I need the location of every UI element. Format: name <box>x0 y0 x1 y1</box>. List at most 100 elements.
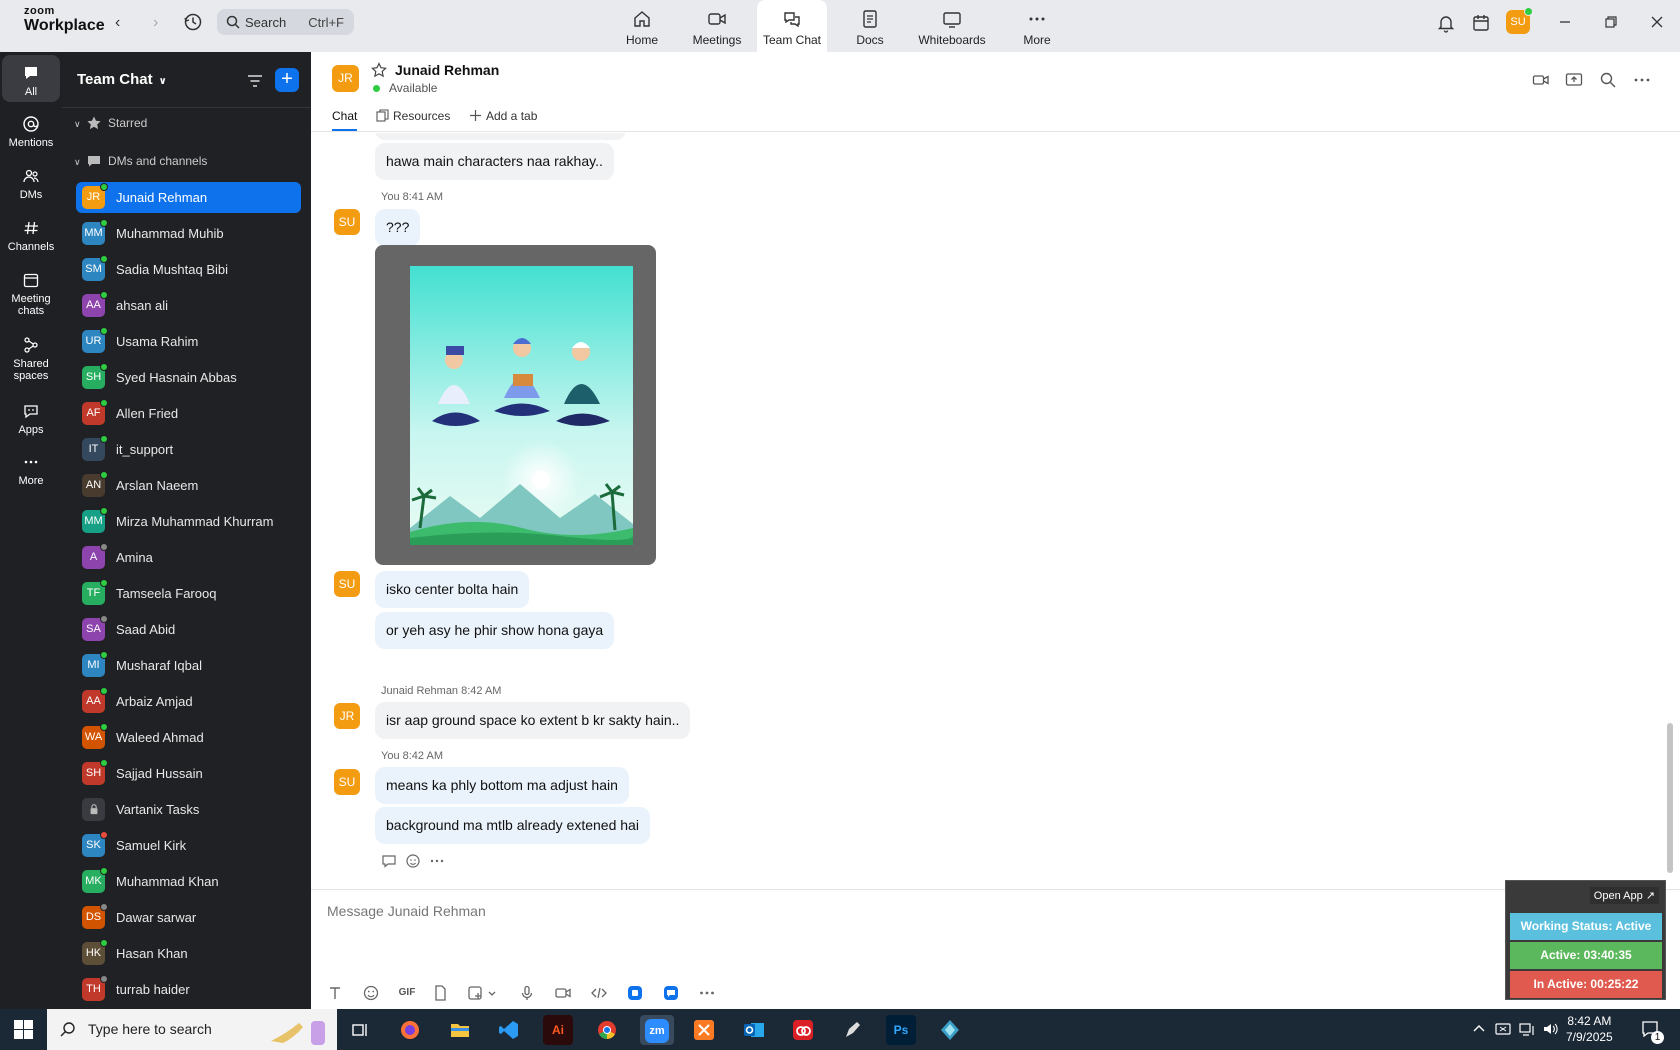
message-bubble[interactable]: means ka phly bottom ma adjust hain <box>375 767 629 804</box>
back-arrow-icon[interactable]: ‹ <box>115 14 120 32</box>
tab-home[interactable]: Home <box>612 0 672 52</box>
contact-item[interactable]: MI Musharaf Iqbal <box>76 650 301 686</box>
volume-icon[interactable] <box>1542 1021 1558 1037</box>
more-horizontal-icon[interactable] <box>698 984 716 1002</box>
rail-item-more[interactable]: More <box>2 453 60 487</box>
message-bubble[interactable]: isr aap ground space ko extent b kr sakt… <box>375 702 691 739</box>
contact-item[interactable]: MM Mirza Muhammad Khurram <box>76 506 301 542</box>
text-format-icon[interactable] <box>326 984 344 1002</box>
message-input[interactable] <box>327 898 1377 924</box>
taskbar-app-illustrator[interactable]: Ai <box>543 1015 573 1045</box>
taskbar-app-task-view[interactable] <box>345 1015 375 1045</box>
forward-arrow-icon[interactable]: › <box>153 14 158 32</box>
gif-button[interactable]: GIF <box>395 984 419 1002</box>
taskbar-app-vscode[interactable] <box>494 1015 524 1045</box>
contact-item[interactable]: JR Junaid Rehman <box>76 182 301 213</box>
contact-item[interactable]: AA ahsan ali <box>76 290 301 326</box>
star-outline-icon[interactable] <box>371 62 387 78</box>
contact-item[interactable]: A Amina <box>76 542 301 578</box>
tab-chat[interactable]: Chat <box>332 109 358 131</box>
message-bubble[interactable]: isko center bolta hain <box>375 571 530 608</box>
contact-item[interactable]: TF Tamseela Farooq <box>76 578 301 614</box>
restore-icon[interactable] <box>1601 12 1621 32</box>
contact-item[interactable]: AN Arslan Naeem <box>76 470 301 506</box>
section-starred[interactable]: ∨ Starred <box>74 113 147 133</box>
taskbar-app-xampp[interactable] <box>689 1015 719 1045</box>
user-avatar[interactable]: SU <box>1506 7 1533 34</box>
taskbar-app-photoshop[interactable]: Ps <box>886 1015 916 1045</box>
rail-item-apps[interactable]: Apps <box>2 402 60 436</box>
contact-item[interactable]: UR Usama Rahim <box>76 326 301 362</box>
message-avatar[interactable]: JR <box>334 703 360 729</box>
image-attachment[interactable] <box>375 245 656 565</box>
rail-item-mentions[interactable]: Mentions <box>2 115 60 149</box>
contact-item[interactable]: MK Muhammad Khan <box>76 866 301 902</box>
contact-item[interactable]: TH turrab haider <box>76 974 301 1010</box>
message-bubble[interactable]: background ma mtlb already extened hai <box>375 807 650 844</box>
tab-more[interactable]: More <box>1007 0 1067 52</box>
emoji-icon[interactable] <box>405 853 421 869</box>
tab-team-chat[interactable]: Team Chat <box>757 0 827 52</box>
taskbar-app-diamond[interactable] <box>935 1015 965 1045</box>
contact-item[interactable]: AF Allen Fried <box>76 398 301 434</box>
contact-avatar[interactable]: JR <box>332 65 359 92</box>
scrollbar-thumb[interactable] <box>1667 723 1673 873</box>
tab-add[interactable]: Add a tab <box>469 109 537 131</box>
minimize-icon[interactable] <box>1555 12 1575 32</box>
contact-item[interactable]: IT it_support <box>76 434 301 470</box>
open-app-button[interactable]: Open App ↗ <box>1589 887 1659 904</box>
contact-item[interactable]: DS Dawar sarwar <box>76 902 301 938</box>
emoji-icon[interactable] <box>362 984 380 1002</box>
message-bubble[interactable]: or yeh asy he phir show hona gaya <box>375 612 615 649</box>
close-icon[interactable] <box>1647 12 1667 32</box>
code-icon[interactable] <box>590 984 608 1002</box>
windows-start-icon[interactable] <box>14 1020 33 1039</box>
contact-item[interactable]: WA Waleed Ahmad <box>76 722 301 758</box>
contact-item[interactable]: MM Muhammad Muhib <box>76 218 301 254</box>
taskbar-app-pen-tool[interactable] <box>838 1015 868 1045</box>
message-bubble[interactable]: ??? <box>375 209 421 246</box>
taskbar-search[interactable]: Type here to search <box>47 1009 337 1050</box>
contact-item[interactable]: SA Saad Abid <box>76 614 301 650</box>
contact-item[interactable]: SK Samuel Kirk <box>76 830 301 866</box>
microphone-icon[interactable] <box>518 984 536 1002</box>
message-bubble[interactable]: hawa main characters naa rakhay.. <box>375 143 614 180</box>
rail-item-channels[interactable]: Channels <box>2 219 60 253</box>
message-avatar[interactable]: SU <box>334 769 360 795</box>
rail-item-meeting-chats[interactable]: Meeting chats <box>2 271 60 317</box>
more-horizontal-icon[interactable] <box>1633 71 1651 89</box>
search-icon[interactable] <box>1599 71 1617 89</box>
rail-item-all[interactable]: All <box>2 55 60 102</box>
tab-resources[interactable]: Resources <box>376 109 450 131</box>
taskbar-app-chrome[interactable] <box>592 1015 622 1045</box>
contact-item[interactable]: SH Sajjad Hussain <box>76 758 301 794</box>
chevron-down-icon[interactable] <box>486 984 498 1002</box>
contact-item[interactable]: AA Arbaiz Amjad <box>76 686 301 722</box>
tab-docs[interactable]: Docs <box>840 0 900 52</box>
history-icon[interactable] <box>183 12 203 32</box>
app-icon-chat[interactable] <box>662 984 680 1002</box>
taskbar-app-file-explorer[interactable] <box>445 1015 475 1045</box>
message-avatar[interactable]: SU <box>334 209 360 235</box>
contact-item[interactable]: SH Syed Hasnain Abbas <box>76 362 301 398</box>
app-icon-blue[interactable] <box>626 984 644 1002</box>
taskbar-app-firefox[interactable] <box>395 1015 425 1045</box>
share-screen-icon[interactable] <box>1565 71 1583 89</box>
new-chat-button[interactable]: + <box>275 68 299 92</box>
taskbar-app-zoom[interactable]: zm <box>640 1015 674 1045</box>
search-box[interactable]: Search Ctrl+F <box>217 9 354 35</box>
contact-item[interactable]: SM Sadia Mushtaq Bibi <box>76 254 301 290</box>
message-avatar[interactable]: SU <box>334 571 360 597</box>
taskbar-app-creative-cloud[interactable] <box>788 1015 818 1045</box>
contact-name[interactable]: Junaid Rehman <box>395 62 499 78</box>
tab-whiteboards[interactable]: Whiteboards <box>912 0 992 52</box>
contact-item[interactable]: HK Hasan Khan <box>76 938 301 974</box>
taskbar-clock[interactable]: 8:42 AM 7/9/2025 <box>1566 1013 1613 1045</box>
chevron-up-icon[interactable] <box>1471 1021 1487 1037</box>
tab-meetings[interactable]: Meetings <box>682 0 752 52</box>
video-call-icon[interactable] <box>1532 71 1550 89</box>
reply-icon[interactable] <box>381 853 397 869</box>
contact-item[interactable]: Vartanix Tasks <box>76 794 301 830</box>
video-message-icon[interactable] <box>554 984 572 1002</box>
calendar-icon[interactable] <box>1471 13 1491 33</box>
